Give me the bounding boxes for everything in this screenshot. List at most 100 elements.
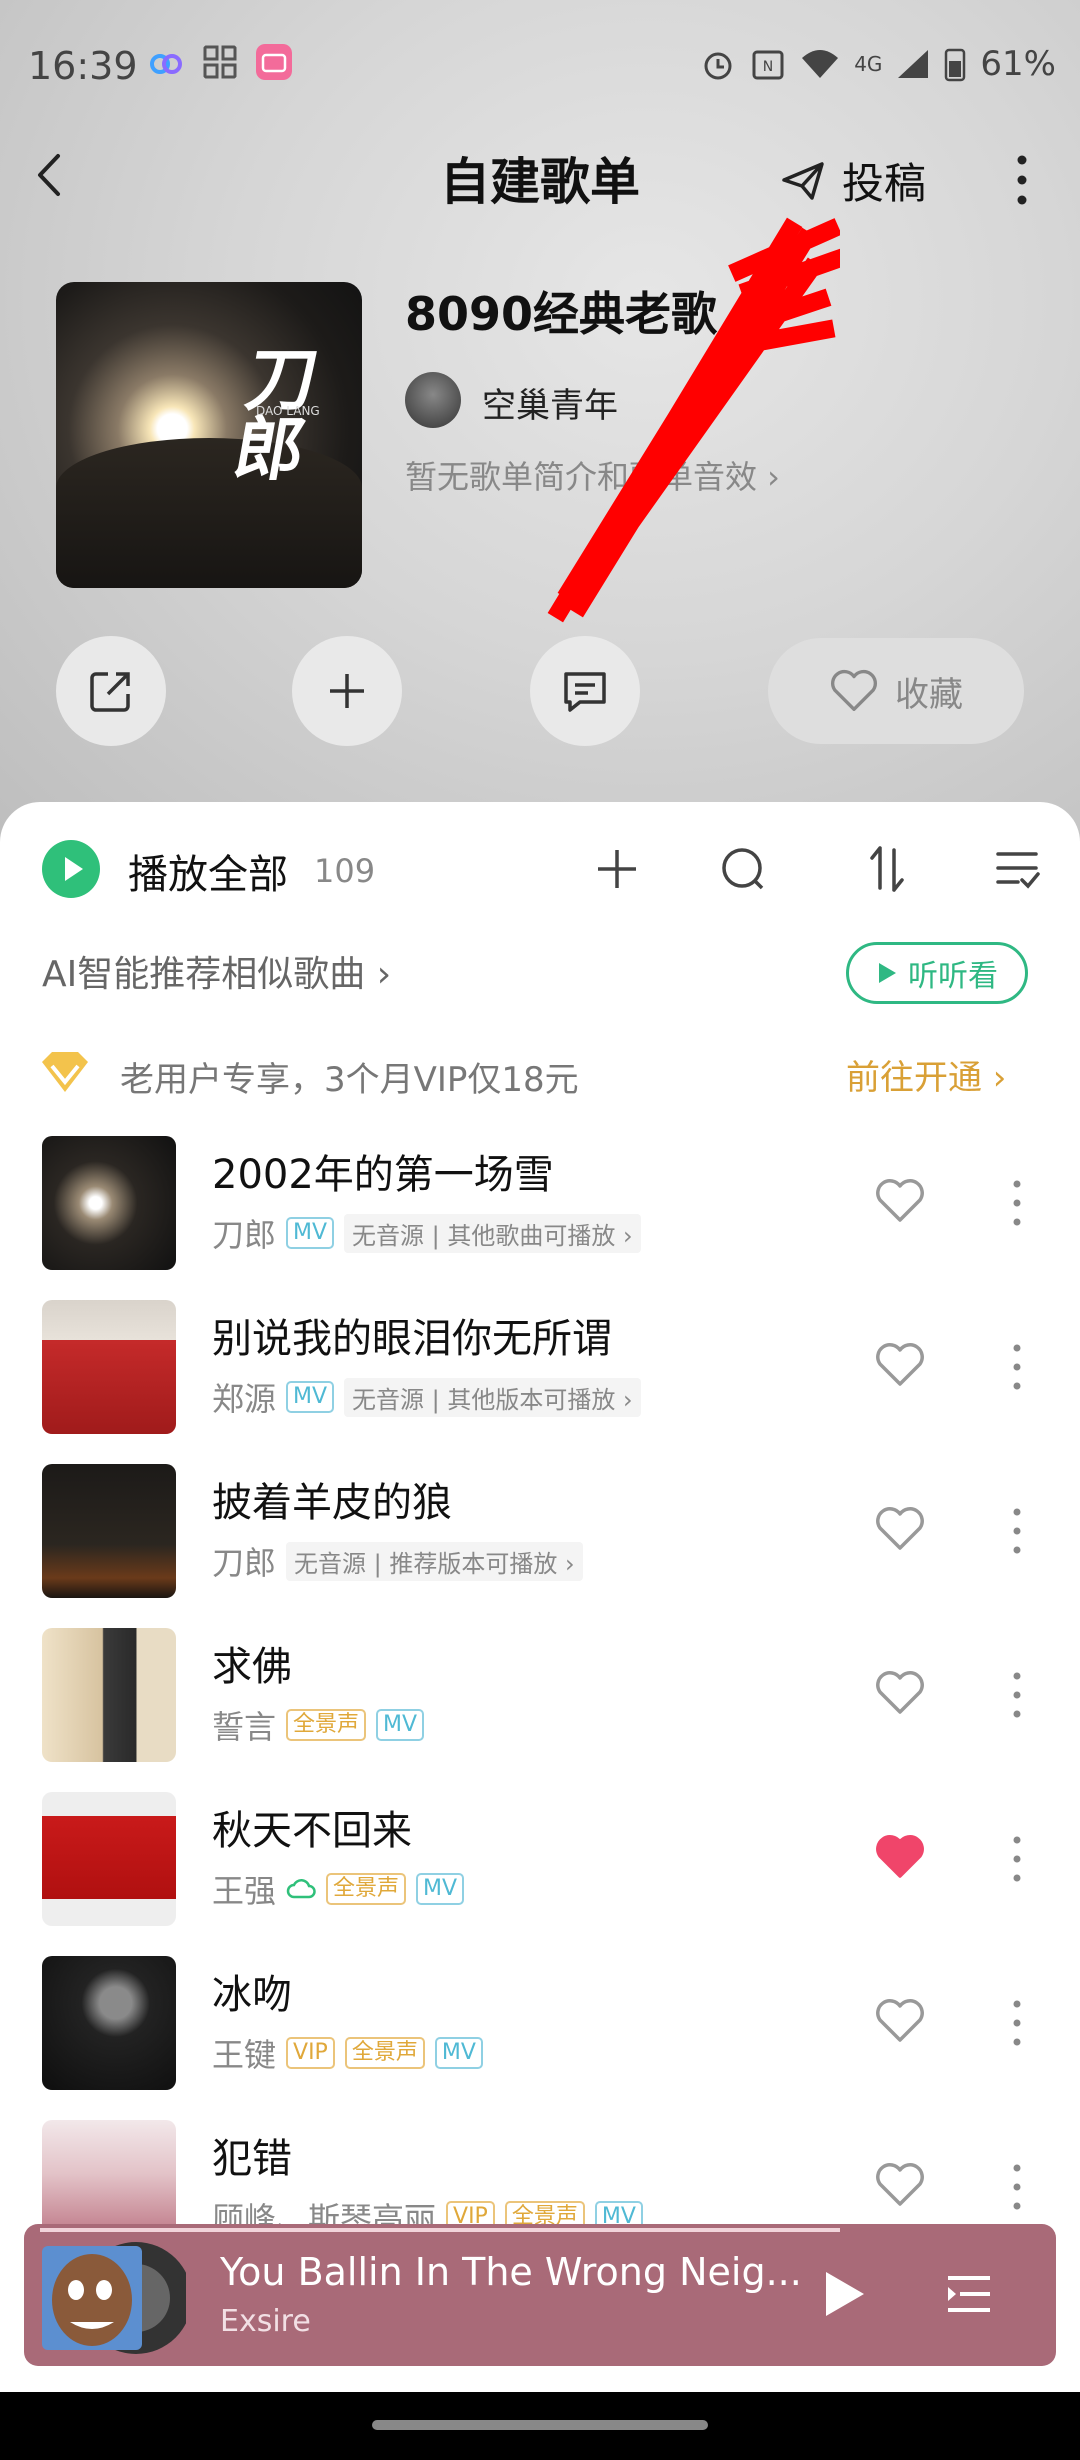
submit-label: 投稿	[842, 159, 927, 208]
more-vertical-icon[interactable]	[1010, 1670, 1024, 1720]
more-vertical-icon[interactable]	[1010, 2162, 1024, 2212]
song-meta: 刀郎 无音源 | 推荐版本可播放 ›	[212, 1538, 583, 1584]
heart-outline-icon[interactable]	[874, 1178, 926, 1224]
submit-button[interactable]: 投稿	[780, 150, 926, 211]
song-thumbnail	[42, 1464, 176, 1598]
listen-button[interactable]: 听听看	[846, 942, 1028, 1004]
heart-outline-icon[interactable]	[874, 2162, 926, 2208]
comment-button[interactable]	[530, 636, 640, 746]
mv-tag[interactable]: MV	[416, 1873, 465, 1905]
mv-tag[interactable]: MV	[376, 1709, 425, 1741]
playlist-cover[interactable]: 刀郎 DAO LANG	[56, 282, 362, 588]
sort-icon[interactable]	[860, 842, 914, 896]
multi-select-icon[interactable]	[990, 842, 1044, 896]
search-icon[interactable]	[716, 842, 770, 896]
mv-tag[interactable]: MV	[286, 1217, 335, 1249]
song-meta: 王强 全景声 MV	[212, 1866, 465, 1912]
cover-mountain	[56, 438, 362, 588]
svg-text:N: N	[763, 59, 773, 75]
song-thumbnail	[42, 1136, 176, 1270]
song-title: 犯错	[212, 2136, 292, 2182]
song-meta: 刀郎 MV 无音源 | 其他歌曲可播放 ›	[212, 1210, 641, 1256]
more-vertical-icon[interactable]	[1010, 1178, 1024, 1228]
song-row[interactable]: 披着羊皮的狼 刀郎 无音源 | 推荐版本可播放 ›	[0, 1464, 1080, 1628]
mv-tag[interactable]: MV	[286, 1381, 335, 1413]
song-row[interactable]: 求佛 誓言 全景声 MV	[0, 1628, 1080, 1792]
playlist-queue-icon[interactable]	[946, 2270, 992, 2318]
status-system-icons: N 4G 61%	[700, 44, 1056, 84]
home-indicator[interactable]	[372, 2420, 708, 2430]
favorite-button[interactable]: 收藏	[768, 638, 1024, 744]
wifi-icon	[802, 50, 839, 78]
song-thumbnail	[42, 1956, 176, 2090]
signal-icon	[898, 50, 929, 78]
listen-label: 听听看	[908, 959, 998, 994]
song-meta: 王键 VIP 全景声 MV	[212, 2030, 483, 2076]
play-small-icon	[879, 963, 896, 983]
ai-recommend-link[interactable]: AI智能推荐相似歌曲 ›	[42, 945, 391, 997]
vip-tag: VIP	[286, 2037, 335, 2069]
comment-icon	[564, 672, 606, 712]
red-scribble-annotation	[547, 217, 840, 623]
heart-filled-icon[interactable]	[874, 1834, 926, 1880]
play-all-label[interactable]: 播放全部	[128, 842, 288, 900]
heart-outline-icon[interactable]	[874, 1506, 926, 1552]
bilibili-app-icon	[256, 44, 292, 80]
source-note[interactable]: 无音源 | 推荐版本可播放 ›	[286, 1541, 583, 1581]
play-icon	[65, 857, 83, 881]
now-playing-title: You Ballin In The Wrong Neig...	[220, 2250, 802, 2294]
vip-promo-text: 老用户专享，3个月VIP仅18元	[120, 1060, 579, 1100]
song-artist[interactable]: 刀郎	[212, 1538, 276, 1584]
song-row[interactable]: 秋天不回来 王强 全景声 MV	[0, 1792, 1080, 1956]
heart-outline-icon	[831, 669, 877, 711]
mv-tag[interactable]: MV	[434, 2037, 483, 2069]
song-meta: 郑源 MV 无音源 | 其他版本可播放 ›	[212, 1374, 641, 1420]
cover-subtext: DAO LANG	[256, 404, 320, 418]
song-artist[interactable]: 郑源	[212, 1374, 276, 1420]
network-type: 4G	[854, 52, 883, 76]
song-title: 披着羊皮的狼	[212, 1480, 452, 1526]
song-row[interactable]: 别说我的眼泪你无所谓 郑源 MV 无音源 | 其他版本可播放 ›	[0, 1300, 1080, 1464]
add-songs-icon[interactable]	[590, 842, 644, 896]
more-vertical-icon[interactable]	[1010, 1506, 1024, 1556]
dolby-tag: 全景声	[326, 1873, 407, 1905]
playback-progress[interactable]	[40, 2228, 840, 2232]
now-playing-artist: Exsire	[220, 2304, 311, 2339]
cloud-app-icon	[150, 54, 182, 74]
song-artist[interactable]: 誓言	[212, 1702, 276, 1748]
song-thumbnail	[42, 1792, 176, 1926]
heart-outline-icon[interactable]	[874, 1670, 926, 1716]
plus-icon	[330, 674, 364, 708]
play-icon[interactable]	[822, 2268, 868, 2320]
song-artist[interactable]: 王强	[212, 1866, 276, 1912]
play-all-button[interactable]	[42, 840, 100, 898]
song-title: 2002年的第一场雪	[212, 1152, 554, 1198]
share-button[interactable]	[56, 636, 166, 746]
heart-outline-icon[interactable]	[874, 1342, 926, 1388]
source-note[interactable]: 无音源 | 其他歌曲可播放 ›	[344, 1213, 641, 1253]
more-vertical-icon[interactable]	[1010, 1834, 1024, 1884]
battery-percent: 61%	[980, 44, 1056, 84]
heart-outline-icon[interactable]	[874, 1998, 926, 2044]
add-button[interactable]	[292, 636, 402, 746]
alarm-icon	[704, 52, 732, 80]
more-vertical-icon[interactable]	[1012, 150, 1032, 210]
vip-open-link[interactable]: 前往开通 ›	[846, 1050, 1006, 1099]
song-row[interactable]: 冰吻 王键 VIP 全景声 MV	[0, 1956, 1080, 2120]
song-thumbnail	[42, 1300, 176, 1434]
creator-avatar[interactable]	[405, 372, 461, 428]
grid-app-icon	[203, 45, 237, 79]
song-thumbnail	[42, 1628, 176, 1762]
song-meta: 誓言 全景声 MV	[212, 1702, 425, 1748]
status-bar: 16:39 N 4G 61%	[0, 0, 1080, 136]
song-artist[interactable]: 王键	[212, 2030, 276, 2076]
song-row[interactable]: 2002年的第一场雪 刀郎 MV 无音源 | 其他歌曲可播放 ›	[0, 1136, 1080, 1300]
cloud-icon	[286, 1879, 316, 1899]
more-vertical-icon[interactable]	[1010, 1342, 1024, 1392]
now-playing-art[interactable]	[36, 2238, 186, 2358]
song-title: 冰吻	[212, 1972, 292, 2018]
more-vertical-icon[interactable]	[1010, 1998, 1024, 2048]
song-artist[interactable]: 刀郎	[212, 1210, 276, 1256]
share-icon	[90, 672, 130, 712]
source-note[interactable]: 无音源 | 其他版本可播放 ›	[344, 1377, 641, 1417]
